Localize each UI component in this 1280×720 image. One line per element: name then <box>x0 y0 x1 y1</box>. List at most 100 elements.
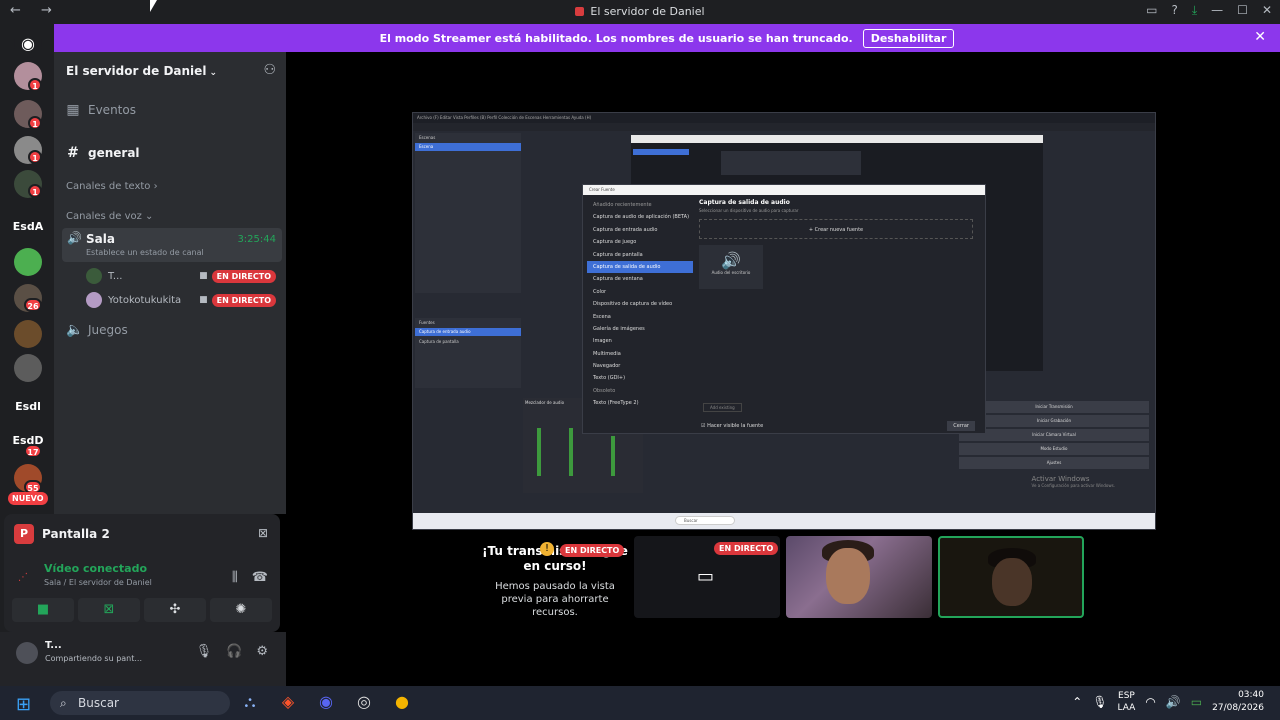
nested-preview <box>721 151 861 175</box>
banner-message: El modo Streamer está habilitado. Los no… <box>379 31 853 45</box>
events-item[interactable]: ▦ Eventos <box>66 102 136 118</box>
inbox-icon[interactable]: ▭ <box>1146 3 1157 18</box>
camera-button[interactable]: ■ <box>12 598 74 622</box>
voice-panel: P Pantalla 2 ⊠ ⋰ Vídeo conectado Sala / E… <box>4 514 280 632</box>
server-icon[interactable] <box>14 354 42 382</box>
server-icon[interactable] <box>14 248 42 276</box>
gear-icon[interactable]: ⚙ <box>256 644 268 659</box>
list-item: Color <box>593 288 607 295</box>
system-tray: ⌃ 🎙 ESP LAA ◠ 🔊 ▭ 03:40 27/08/2026 <box>1072 689 1264 715</box>
voice-channels-category[interactable]: Canales de voz ⌄ <box>66 211 153 222</box>
disable-button[interactable]: Deshabilitar <box>862 28 955 48</box>
text-channels-category[interactable]: Canales de texto › <box>66 181 158 192</box>
list-item-selected: Captura de salida de audio <box>587 260 693 274</box>
list-item: Captura de pantalla <box>593 251 643 258</box>
soundboard-button[interactable]: ✺ <box>210 598 272 622</box>
new-source-box: + Crear nueva fuente <box>699 219 973 239</box>
minimize-button[interactable]: — <box>1211 3 1223 18</box>
connection-location[interactable]: Sala / El servidor de Daniel <box>44 578 152 587</box>
user-controls: 🎙 🎧 ⚙ <box>196 644 268 659</box>
headphones-icon[interactable]: 🎧 <box>226 644 242 659</box>
voice-panel-icons: ⫼ ☎ <box>232 570 268 585</box>
disconnect-icon[interactable]: ☎ <box>252 570 268 585</box>
server-label[interactable]: EsdA <box>8 220 48 233</box>
create-source-dialog: Crear Fuente Añadido recientemente Captu… <box>582 184 986 434</box>
live-badge: EN DIRECTO <box>560 544 625 557</box>
language-indicator[interactable]: ESP LAA <box>1118 690 1136 714</box>
windows-watermark: Activar Windows Ve a Configuración para a… <box>1031 475 1115 488</box>
call-timer: 3:25:44 <box>237 234 276 245</box>
channel-general[interactable]: # general <box>66 145 139 161</box>
voice-user[interactable]: Yotokotukukita ■ EN DIRECTO <box>86 290 276 310</box>
server-header[interactable]: El servidor de Daniel ⌄ <box>66 64 217 78</box>
obs-icon[interactable]: ◎ <box>352 692 376 712</box>
camera-tile-speaking[interactable] <box>938 536 1084 618</box>
list-item: Dispositivo de captura de vídeo <box>593 301 673 308</box>
microphone-icon[interactable]: 🎙 <box>196 644 213 659</box>
maximize-button[interactable]: ☐ <box>1237 3 1248 18</box>
stop-stream-icon[interactable]: ⊠ <box>258 526 268 540</box>
new-badge: NUEVO <box>8 492 48 505</box>
monitor-icon: ▭ <box>697 566 715 587</box>
server-icon[interactable] <box>14 320 42 348</box>
obs-studio-mode: Modo Estudio <box>959 443 1149 455</box>
volume-icon[interactable]: 🔊 <box>1166 695 1181 709</box>
taskbar-search[interactable]: ⌕ Buscar <box>50 691 230 715</box>
source-type-list: Añadido recientemente Captura de audio d… <box>587 199 693 410</box>
server-label[interactable]: Esdl <box>8 400 48 413</box>
user-status: Compartiendo su pant... <box>45 654 143 663</box>
obs-scenes-panel: Escenas <box>415 133 521 293</box>
invite-user-icon[interactable]: ⚇ <box>263 62 276 78</box>
app-icon <box>575 7 585 16</box>
list-item: Captura de juego <box>593 239 637 246</box>
calendar-icon: ▦ <box>66 102 80 118</box>
system-clock[interactable]: 03:40 27/08/2026 <box>1212 689 1264 715</box>
username: T... <box>45 640 62 651</box>
chevron-down-icon: ⌄ <box>209 68 217 78</box>
search-icon: ⌕ <box>60 696 67 710</box>
download-icon[interactable]: ⤓ <box>1192 3 1197 18</box>
soundboard-icon[interactable]: ⫼ <box>232 570 238 585</box>
close-window-button[interactable]: ✕ <box>1262 3 1272 18</box>
voice-user[interactable]: T... ■ EN DIRECTO <box>86 266 276 286</box>
help-icon[interactable]: ? <box>1171 3 1177 18</box>
audio-meter <box>569 428 573 476</box>
steam-icon[interactable]: ⛬ <box>238 692 262 712</box>
notification-badge: 1 <box>28 184 42 198</box>
list-item: Texto (FreeType 2) <box>593 400 639 407</box>
avatar[interactable] <box>16 642 38 664</box>
microphone-icon[interactable]: 🎙 <box>1092 695 1107 709</box>
wifi-icon[interactable]: ◠ <box>1145 695 1155 709</box>
list-header: Obsoleto <box>593 387 616 394</box>
voice-channel-juegos[interactable]: 🔈 Juegos <box>66 322 128 338</box>
channel-status[interactable]: Establece un estado de canal <box>86 248 204 257</box>
close-icon[interactable]: ✕ <box>1254 29 1266 45</box>
stream-tile[interactable]: EN DIRECTO ▭ <box>634 536 780 618</box>
discord-icon[interactable]: ◉ <box>314 692 338 712</box>
chrome-icon[interactable]: ● <box>390 692 414 712</box>
activities-button[interactable]: ✣ <box>144 598 206 622</box>
screen-share-button[interactable]: ⊠ <box>78 598 140 622</box>
voice-actions: ■ ⊠ ✣ ✺ <box>12 598 272 622</box>
discord-home-icon[interactable]: ◉ <box>14 30 42 58</box>
speaker-icon: 🔊 <box>721 251 741 270</box>
obs-settings: Ajustes <box>959 457 1149 469</box>
list-item: Navegador <box>593 363 621 370</box>
chevron-up-icon[interactable]: ⌃ <box>1072 695 1082 709</box>
windows-start-icon[interactable]: ⊞ <box>16 694 31 715</box>
camera-tile[interactable] <box>786 536 932 618</box>
voice-channel-sala[interactable]: 🔊 Sala 3:25:44 Establece un estado de ca… <box>62 228 282 262</box>
stream-paused-notice: ! EN DIRECTO ¡Tu transmisión sigue en cu… <box>478 542 632 619</box>
live-badge: EN DIRECTO <box>211 293 276 307</box>
live-badge: EN DIRECTO <box>714 542 779 555</box>
audio-meter <box>611 436 615 476</box>
obs-virtual-camera: Iniciar Cámara Virtual <box>959 429 1149 441</box>
obs-scene-item: Escena <box>415 143 521 151</box>
screen-avatar: P <box>14 524 34 544</box>
battery-icon[interactable]: ▭ <box>1191 695 1202 709</box>
participant-video <box>826 548 870 604</box>
participant-video <box>992 558 1032 606</box>
list-item: Captura de audio de aplicación (BETA) <box>593 214 690 221</box>
brave-icon[interactable]: ◈ <box>276 692 300 712</box>
notification-badge: 26 <box>24 298 42 312</box>
